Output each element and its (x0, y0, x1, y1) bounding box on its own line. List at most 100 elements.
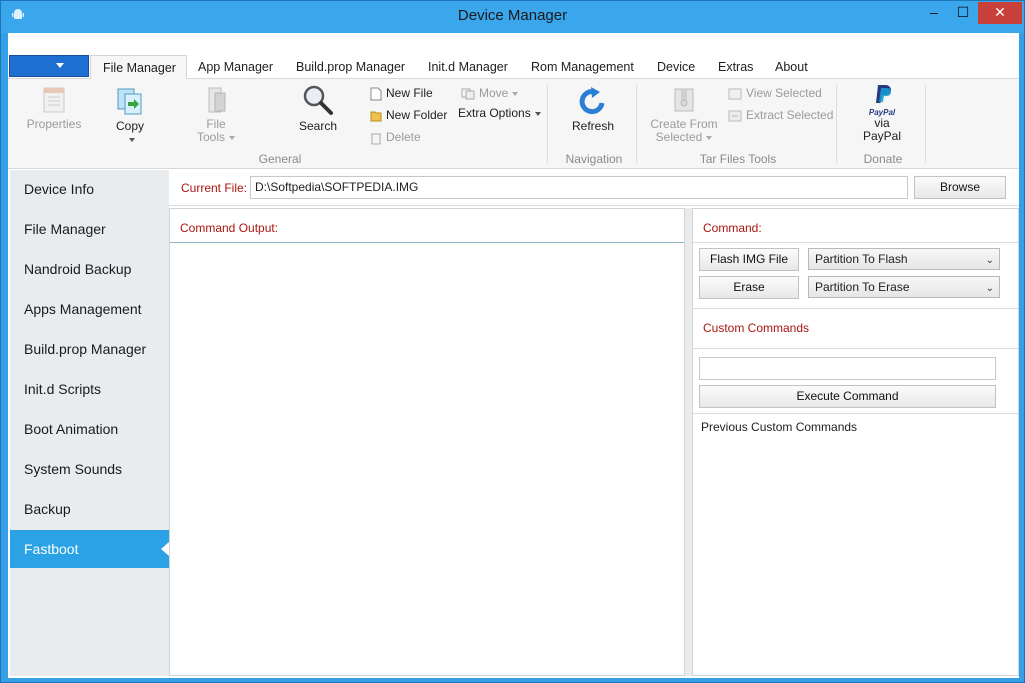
new-file-button[interactable]: New File (370, 85, 433, 101)
sidebar-item-label: Fastboot (24, 541, 79, 557)
refresh-icon (579, 87, 605, 115)
sidebar-item-init-d-scripts[interactable]: Init.d Scripts (10, 370, 169, 408)
partition-to-flash-select[interactable]: Partition To Flash ⌄ (808, 248, 1000, 270)
sidebar-item-system-sounds[interactable]: System Sounds (10, 450, 169, 488)
paypal-label-2: PayPal (862, 129, 902, 143)
maximize-button[interactable]: ☐ (949, 2, 977, 24)
refresh-button[interactable]: Refresh (568, 85, 618, 133)
refresh-label: Refresh (571, 119, 615, 133)
current-file-input[interactable]: D:\Softpedia\SOFTPEDIA.IMG (250, 176, 908, 199)
view-selected-button[interactable]: View Selected (728, 85, 822, 101)
partition-to-erase-select[interactable]: Partition To Erase ⌄ (808, 276, 1000, 298)
tab-device[interactable]: Device (657, 60, 695, 80)
group-navigation-label: Navigation (565, 152, 623, 166)
command-output-panel: Command Output: (169, 208, 685, 676)
close-button[interactable]: ✕ (978, 2, 1022, 24)
tab-extras[interactable]: Extras (718, 60, 753, 80)
extract-icon (728, 110, 742, 122)
file-tools-icon (208, 87, 226, 113)
panel-splitter[interactable] (685, 208, 692, 676)
ribbon-panel: Properties Copy File Tools Search New Fi… (8, 79, 1019, 169)
application-menu-button[interactable] (9, 55, 89, 77)
custom-commands-label: Custom Commands (703, 321, 810, 335)
sidebar-item-file-manager[interactable]: File Manager (10, 210, 169, 248)
search-icon (303, 85, 333, 115)
group-donate-label: Donate (863, 152, 903, 166)
select-value: Partition To Erase (815, 280, 910, 294)
title-bar: Device Manager – ☐ ✕ (1, 1, 1024, 33)
sidebar-item-fastboot[interactable]: Fastboot (10, 530, 169, 568)
command-label: Command: (703, 221, 762, 235)
tab-app-manager[interactable]: App Manager (198, 60, 273, 80)
active-indicator (161, 542, 169, 556)
chevron-down-icon: ⌄ (985, 283, 994, 294)
select-value: Partition To Flash (815, 252, 908, 266)
new-file-label: New File (386, 86, 433, 100)
search-button[interactable]: Search (290, 83, 346, 133)
client-area: File Manager App Manager Build.prop Mana… (8, 33, 1019, 678)
extra-options-label: Extra Options (458, 106, 531, 120)
properties-icon (43, 87, 65, 113)
group-general-label: General (258, 152, 302, 166)
tab-build-prop-manager[interactable]: Build.prop Manager (296, 60, 405, 80)
sidebar-item-backup[interactable]: Backup (10, 490, 169, 528)
sidebar-item-apps-management[interactable]: Apps Management (10, 290, 169, 328)
flash-img-file-button[interactable]: Flash IMG File (699, 248, 799, 271)
search-label: Search (298, 119, 338, 133)
create-from-label-2: Selected (646, 131, 722, 144)
paypal-logo-icon (876, 85, 891, 103)
trash-icon (371, 133, 381, 145)
previous-commands-list[interactable] (693, 437, 1018, 675)
browse-button[interactable]: Browse (914, 176, 1006, 199)
sidebar-item-device-info[interactable]: Device Info (10, 170, 169, 208)
ribbon-separator (836, 85, 837, 163)
chevron-down-icon (534, 111, 541, 116)
sidebar-item-build-prop-manager[interactable]: Build.prop Manager (10, 330, 169, 368)
sidebar-item-boot-animation[interactable]: Boot Animation (10, 410, 169, 448)
group-tar-label: Tar Files Tools (699, 152, 777, 166)
archive-icon (674, 88, 694, 112)
extract-selected-button[interactable]: Extract Selected (728, 107, 833, 123)
delete-button[interactable]: Delete (370, 129, 421, 145)
current-file-label: Current File: (181, 181, 248, 195)
divider (693, 308, 1018, 309)
sidebar-item-nandroid-backup[interactable]: Nandroid Backup (10, 250, 169, 288)
file-tools-button[interactable]: File Tools (186, 85, 246, 144)
sidebar-nav: Device Info File Manager Nandroid Backup… (10, 170, 169, 676)
tab-file-manager[interactable]: File Manager (90, 55, 187, 80)
copy-button[interactable]: Copy (100, 85, 160, 146)
command-output-label: Command Output: (180, 221, 279, 235)
new-folder-button[interactable]: New Folder (370, 107, 447, 123)
command-output-area[interactable] (170, 243, 684, 675)
custom-command-input[interactable] (699, 357, 996, 380)
chevron-down-icon (512, 91, 519, 96)
minimize-button[interactable]: – (920, 2, 948, 24)
new-file-icon (370, 87, 382, 101)
move-label: Move (479, 86, 509, 100)
app-window: Device Manager – ☐ ✕ File Manager App Ma… (0, 0, 1025, 683)
extra-options-button[interactable]: Extra Options (458, 105, 541, 121)
view-selected-label: View Selected (746, 86, 822, 100)
new-folder-label: New Folder (386, 108, 448, 122)
divider (693, 348, 1018, 349)
create-from-selected-button[interactable]: Create From Selected (646, 85, 722, 144)
copy-label: Copy (115, 119, 144, 133)
ribbon-separator (925, 85, 926, 163)
tab-rom-management[interactable]: Rom Management (531, 60, 634, 80)
window-title: Device Manager (457, 7, 568, 24)
paypal-donate-button[interactable]: PayPal via PayPal (854, 83, 910, 143)
chevron-down-icon (56, 63, 64, 68)
properties-button[interactable]: Properties (24, 85, 84, 131)
erase-button[interactable]: Erase (699, 276, 799, 299)
tab-about[interactable]: About (775, 60, 808, 80)
ribbon-tabstrip: File Manager App Manager Build.prop Mana… (8, 33, 1019, 80)
current-file-bar: Current File: D:\Softpedia\SOFTPEDIA.IMG… (169, 170, 1019, 206)
move-button[interactable]: Move (461, 85, 519, 101)
chevron-down-icon (129, 137, 135, 142)
view-icon (728, 88, 742, 100)
divider (693, 242, 1018, 243)
tab-init-d-manager[interactable]: Init.d Manager (428, 60, 508, 80)
execute-command-button[interactable]: Execute Command (699, 385, 996, 408)
extract-selected-label: Extract Selected (746, 108, 834, 122)
properties-label: Properties (26, 117, 82, 131)
